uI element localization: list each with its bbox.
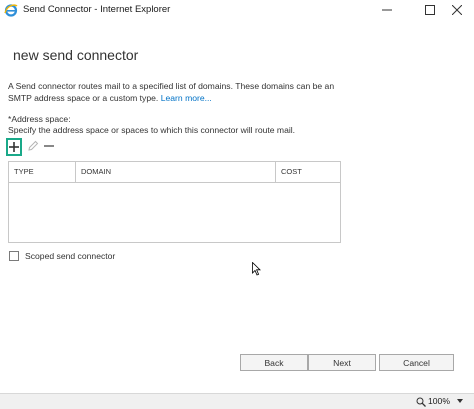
internet-explorer-icon (4, 4, 18, 17)
maximize-icon (425, 5, 435, 15)
chevron-down-icon[interactable] (457, 399, 463, 404)
scoped-send-connector-option[interactable]: Scoped send connector (9, 251, 115, 261)
column-header-cost[interactable]: COST (276, 162, 340, 182)
column-header-domain[interactable]: DOMAIN (76, 162, 276, 182)
scoped-send-connector-checkbox[interactable] (9, 251, 19, 261)
description: A Send connector routes mail to a specif… (8, 80, 353, 104)
minimize-icon (382, 9, 392, 11)
minus-icon[interactable] (43, 140, 55, 152)
window-title: Send Connector - Internet Explorer (23, 4, 171, 15)
status-bar: 100% (0, 393, 474, 409)
mouse-cursor-icon (252, 262, 261, 276)
table-header: TYPE DOMAIN COST (9, 162, 340, 183)
close-icon (452, 5, 462, 15)
learn-more-link[interactable]: Learn more... (161, 93, 212, 103)
close-button[interactable] (440, 0, 474, 20)
column-header-type[interactable]: TYPE (9, 162, 76, 182)
cancel-button[interactable]: Cancel (379, 354, 454, 371)
back-button[interactable]: Back (240, 354, 308, 371)
page-title: new send connector (13, 47, 139, 64)
next-button[interactable]: Next (308, 354, 376, 371)
zoom-icon (416, 397, 426, 407)
address-space-label: *Address space: (8, 114, 71, 124)
zoom-level[interactable]: 100% (428, 396, 450, 406)
address-space-table: TYPE DOMAIN COST (8, 161, 341, 243)
plus-icon (9, 142, 19, 152)
title-bar: Send Connector - Internet Explorer (0, 0, 474, 20)
address-space-description: Specify the address space or spaces to w… (8, 125, 296, 135)
pencil-icon[interactable] (27, 140, 39, 152)
scoped-send-connector-label: Scoped send connector (25, 251, 116, 261)
minimize-button[interactable] (370, 0, 404, 20)
add-address-space-button[interactable] (6, 138, 22, 156)
